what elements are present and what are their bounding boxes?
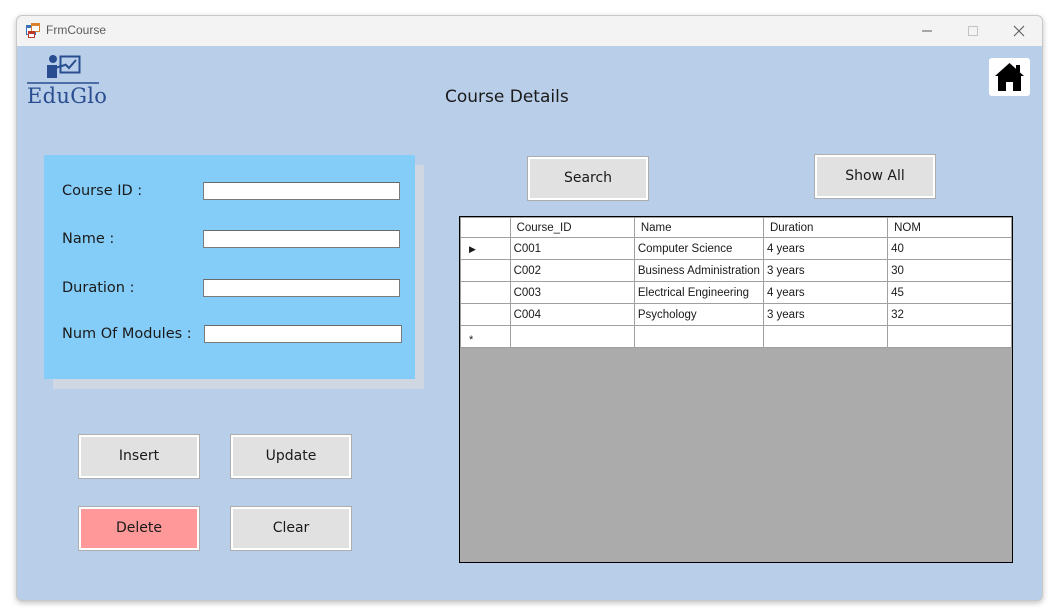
table-cell[interactable]: 45	[887, 281, 1012, 304]
maximize-icon	[968, 26, 978, 36]
course-id-input[interactable]	[203, 182, 400, 200]
page-title: Course Details	[445, 87, 569, 107]
window-title: FrmCourse	[46, 23, 107, 37]
show-all-button[interactable]: Show All	[814, 154, 936, 199]
teacher-board-icon	[27, 55, 99, 84]
minimize-button[interactable]	[904, 16, 950, 46]
table-row[interactable]: ▶ C001 Computer Science 4 years 40	[460, 237, 1012, 260]
table-cell[interactable]: 30	[887, 259, 1012, 282]
name-input[interactable]	[203, 230, 400, 248]
modules-input[interactable]	[204, 325, 402, 343]
table-cell[interactable]: Electrical Engineering	[633, 281, 764, 304]
course-table: Course_ID Name Duration NOM ▶ C001 Compu…	[460, 217, 1012, 348]
column-header-course-id[interactable]: Course_ID	[509, 217, 635, 238]
course-form-window: FrmCourse EduGlo Course Details Course I…	[16, 15, 1043, 601]
table-cell[interactable]: Computer Science	[633, 237, 764, 260]
table-row[interactable]: C002 Business Administration 3 years 30	[460, 259, 1012, 282]
table-header-row: Course_ID Name Duration NOM	[460, 217, 1012, 238]
duration-label: Duration :	[62, 280, 135, 296]
insert-button[interactable]: Insert	[78, 434, 200, 479]
maximize-button	[950, 16, 996, 46]
course-input-panel: Course ID : Name : Duration : Num Of Mod…	[44, 155, 415, 379]
table-row[interactable]: C004 Psychology 3 years 32	[460, 303, 1012, 326]
table-cell[interactable]	[509, 325, 635, 348]
minimize-icon	[922, 30, 932, 32]
close-button[interactable]	[996, 16, 1042, 46]
new-row-icon: *	[469, 333, 474, 346]
table-cell[interactable]: C002	[509, 259, 635, 282]
row-header[interactable]: *	[460, 325, 511, 348]
home-icon	[995, 63, 1024, 91]
column-header-nom[interactable]: NOM	[887, 217, 1012, 238]
clear-button[interactable]: Clear	[230, 506, 352, 551]
table-cell[interactable]: C004	[509, 303, 635, 326]
row-header[interactable]	[460, 259, 511, 282]
table-cell[interactable]: 4 years	[762, 281, 889, 304]
table-cell[interactable]: 4 years	[762, 237, 889, 260]
row-header[interactable]	[460, 281, 511, 304]
modules-label: Num Of Modules :	[62, 326, 192, 342]
table-cell[interactable]	[633, 325, 764, 348]
row-header[interactable]: ▶	[460, 237, 511, 260]
table-cell[interactable]	[762, 325, 889, 348]
table-cell[interactable]: Psychology	[633, 303, 764, 326]
table-cell[interactable]: 3 years	[762, 303, 889, 326]
table-cell[interactable]: 3 years	[762, 259, 889, 282]
table-cell[interactable]: C003	[509, 281, 635, 304]
home-button[interactable]	[989, 58, 1030, 96]
table-cell[interactable]	[887, 325, 1012, 348]
table-cell[interactable]: 32	[887, 303, 1012, 326]
table-cell[interactable]: Business Administration	[633, 259, 764, 282]
course-id-label: Course ID :	[62, 183, 143, 199]
current-row-icon: ▶	[469, 243, 476, 254]
row-header[interactable]	[460, 303, 511, 326]
name-label: Name :	[62, 231, 115, 247]
duration-input[interactable]	[203, 279, 400, 297]
logo-text: EduGlo	[27, 84, 108, 108]
course-data-grid[interactable]: Course_ID Name Duration NOM ▶ C001 Compu…	[459, 216, 1013, 563]
row-header-corner	[460, 217, 511, 238]
column-header-name[interactable]: Name	[633, 217, 764, 238]
new-row[interactable]: *	[460, 325, 1012, 348]
search-button[interactable]: Search	[527, 156, 649, 201]
title-bar: FrmCourse	[17, 16, 1042, 46]
delete-button[interactable]: Delete	[78, 506, 200, 551]
close-icon	[1013, 25, 1025, 37]
column-header-duration[interactable]: Duration	[762, 217, 889, 238]
update-button[interactable]: Update	[230, 434, 352, 479]
table-cell[interactable]: 40	[887, 237, 1012, 260]
app-form-icon	[26, 23, 41, 38]
table-cell[interactable]: C001	[509, 237, 635, 260]
table-row[interactable]: C003 Electrical Engineering 4 years 45	[460, 281, 1012, 304]
